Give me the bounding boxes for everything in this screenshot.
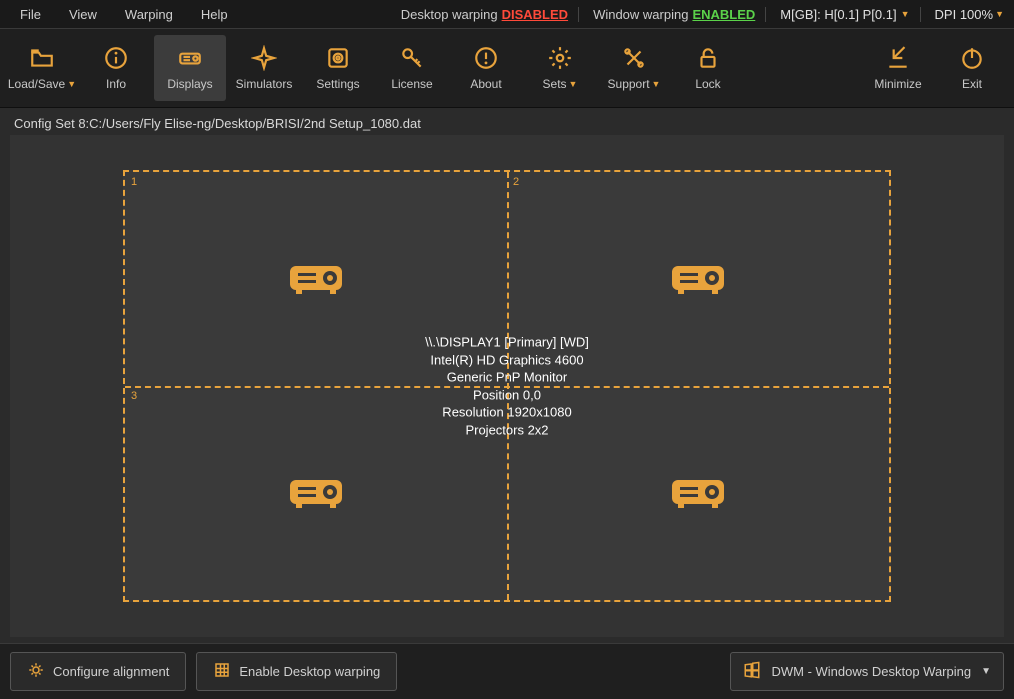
exit-label: Exit (962, 77, 982, 91)
tools-icon (621, 45, 647, 71)
about-button[interactable]: About (450, 35, 522, 101)
main-area: Config Set 8:C:/Users/Fly Elise-ng/Deskt… (0, 108, 1014, 643)
desktop-warp-label: Desktop warping (401, 7, 498, 22)
info-label: Info (106, 77, 126, 91)
projector-icon (284, 254, 348, 305)
support-button[interactable]: Support▼ (598, 35, 670, 101)
sets-button[interactable]: Sets▼ (524, 35, 596, 101)
simulators-label: Simulators (236, 77, 293, 91)
folder-open-icon (29, 45, 55, 71)
cell-number: 2 (513, 176, 519, 188)
window-warp-value: ENABLED (692, 7, 755, 22)
support-label: Support (608, 77, 650, 91)
gear-icon (27, 661, 45, 682)
settings-button[interactable]: Settings (302, 35, 374, 101)
dpi-text: DPI 100% (935, 7, 994, 22)
sets-label: Sets (543, 77, 567, 91)
projector-icon (177, 45, 203, 71)
window-warp-label: Window warping (593, 7, 688, 22)
menubar: File View Warping Help Desktop warping D… (0, 0, 1014, 28)
toolbar-spacer (746, 35, 860, 101)
projector-icon (284, 468, 348, 519)
cell-number: 3 (131, 390, 137, 402)
chevron-down-icon: ▼ (995, 9, 1004, 19)
chevron-down-icon: ▼ (981, 666, 991, 677)
display-grid[interactable]: 1 2 3 (123, 170, 891, 602)
menu-file[interactable]: File (6, 3, 55, 26)
status-right: Desktop warping DISABLED Window warping … (401, 7, 1008, 22)
menu-help[interactable]: Help (187, 3, 242, 26)
about-label: About (470, 77, 501, 91)
settings-label: Settings (316, 77, 359, 91)
memory-status: M[GB]: H[0.1] P[0.1] ▼ (780, 7, 920, 22)
configure-alignment-button[interactable]: Configure alignment (10, 652, 186, 691)
lock-icon (695, 45, 721, 71)
displays-button[interactable]: Displays (154, 35, 226, 101)
license-label: License (391, 77, 432, 91)
enable-desktop-warping-label: Enable Desktop warping (239, 664, 380, 679)
configure-alignment-label: Configure alignment (53, 664, 169, 679)
lock-button[interactable]: Lock (672, 35, 744, 101)
gear-icon (547, 45, 573, 71)
menu-warping[interactable]: Warping (111, 3, 187, 26)
alert-icon (473, 45, 499, 71)
chevron-down-icon: ▼ (569, 79, 578, 89)
projector-icon (666, 254, 730, 305)
plane-icon (251, 45, 277, 71)
minimize-icon (885, 45, 911, 71)
warping-mode-select[interactable]: DWM - Windows Desktop Warping ▼ (730, 652, 1004, 691)
bottombar: Configure alignment Enable Desktop warpi… (0, 643, 1014, 699)
key-icon (399, 45, 425, 71)
display-stage: 1 2 3 (10, 135, 1004, 637)
config-path: Config Set 8:C:/Users/Fly Elise-ng/Deskt… (10, 116, 1004, 131)
minimize-button[interactable]: Minimize (862, 35, 934, 101)
desktop-warp-value: DISABLED (502, 7, 568, 22)
displays-label: Displays (167, 77, 212, 91)
display-cell-3[interactable]: 3 (125, 386, 507, 600)
minimize-label: Minimize (874, 77, 921, 91)
projector-icon (666, 468, 730, 519)
exit-button[interactable]: Exit (936, 35, 1008, 101)
display-cell-1[interactable]: 1 (125, 172, 507, 386)
simulators-button[interactable]: Simulators (228, 35, 300, 101)
chevron-down-icon[interactable]: ▼ (901, 9, 910, 19)
enable-desktop-warping-button[interactable]: Enable Desktop warping (196, 652, 397, 691)
windows-icon (743, 661, 761, 682)
window-warp-status[interactable]: Window warping ENABLED (593, 7, 766, 22)
info-button[interactable]: Info (80, 35, 152, 101)
power-icon (959, 45, 985, 71)
cell-number: 1 (131, 176, 137, 188)
menu-view[interactable]: View (55, 3, 111, 26)
grid-icon (213, 661, 231, 682)
chevron-down-icon: ▼ (67, 79, 76, 89)
display-cell-2[interactable]: 2 (507, 172, 889, 386)
loadsave-label: Load/Save (8, 77, 65, 91)
lock-label: Lock (695, 77, 720, 91)
desktop-warp-status[interactable]: Desktop warping DISABLED (401, 7, 579, 22)
display-cell-4[interactable] (507, 386, 889, 600)
chevron-down-icon: ▼ (652, 79, 661, 89)
loadsave-button[interactable]: Load/Save▼ (6, 35, 78, 101)
settings-icon (325, 45, 351, 71)
toolbar: Load/Save▼ Info Displays Simulators Sett… (0, 28, 1014, 108)
memory-text: M[GB]: H[0.1] P[0.1] (780, 7, 896, 22)
dpi-status[interactable]: DPI 100% ▼ (935, 7, 1008, 22)
license-button[interactable]: License (376, 35, 448, 101)
warping-mode-label: DWM - Windows Desktop Warping (771, 664, 971, 679)
info-icon (103, 45, 129, 71)
